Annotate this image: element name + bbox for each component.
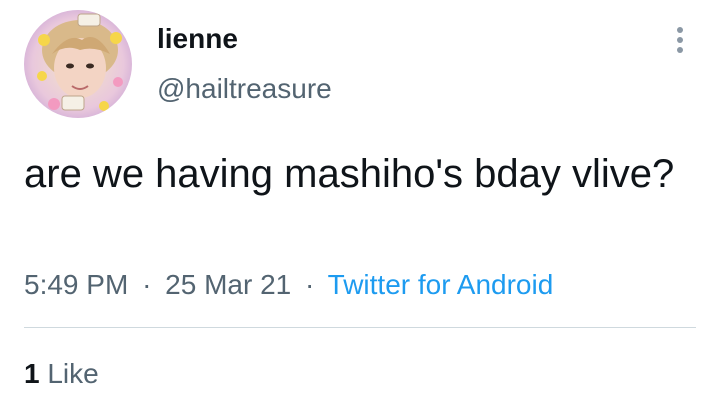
tweet-metadata: 5:49 PM · 25 Mar 21 · Twitter for Androi… [24, 268, 553, 302]
divider [24, 327, 696, 328]
user-handle[interactable]: @hailtreasure [157, 72, 332, 106]
likes-count[interactable]: 1 Like [24, 357, 99, 391]
display-name[interactable]: lienne [157, 22, 238, 56]
likes-label: Like [47, 358, 99, 389]
avatar[interactable] [24, 10, 132, 118]
avatar-image [24, 10, 132, 118]
meta-separator: · [305, 269, 315, 300]
more-options-button[interactable] [664, 22, 696, 58]
meta-separator: · [142, 269, 152, 300]
likes-number: 1 [24, 358, 40, 389]
tweet-text: are we having mashiho's bday vlive? [24, 152, 675, 196]
tweet-date[interactable]: 25 Mar 21 [165, 269, 291, 300]
vertical-ellipsis-icon [677, 27, 683, 53]
tweet-time[interactable]: 5:49 PM [24, 269, 128, 300]
tweet-source-link[interactable]: Twitter for Android [328, 269, 554, 300]
